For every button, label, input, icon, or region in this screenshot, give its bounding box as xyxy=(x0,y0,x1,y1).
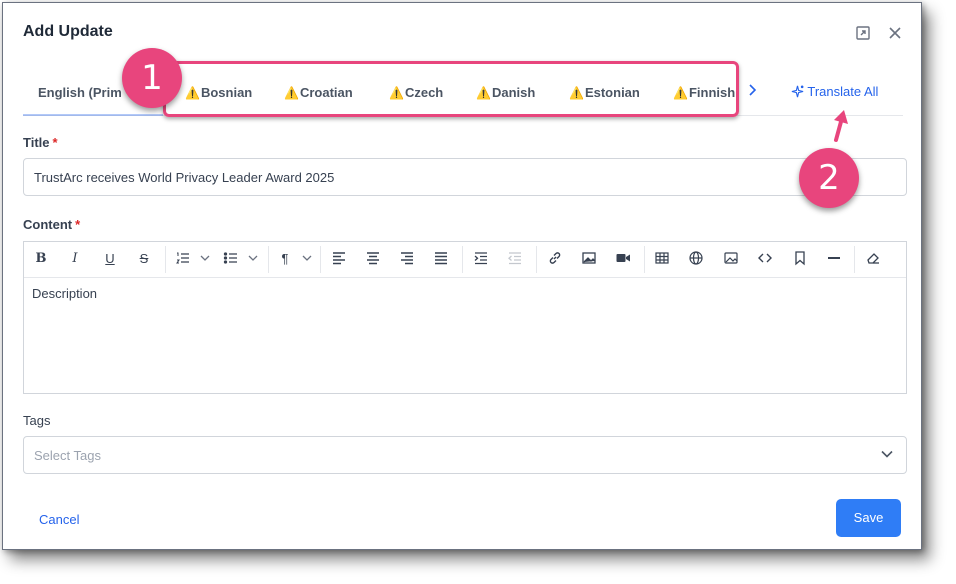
cancel-button[interactable]: Cancel xyxy=(39,512,79,527)
globe-icon[interactable] xyxy=(687,250,705,268)
eraser-icon[interactable] xyxy=(864,250,882,268)
align-center-icon[interactable] xyxy=(364,250,382,268)
toolbar-divider xyxy=(462,246,463,273)
tags-select[interactable]: Select Tags xyxy=(23,436,907,474)
toolbar-divider xyxy=(165,246,166,273)
title-input[interactable]: TrustArc receives World Privacy Leader A… xyxy=(23,158,907,196)
link-icon[interactable] xyxy=(546,250,564,268)
tags-label: Tags xyxy=(23,413,51,428)
editor-content[interactable]: Description xyxy=(32,286,97,301)
tab-english-primary[interactable]: English (Prim xyxy=(38,85,122,100)
sparkle-icon xyxy=(791,84,807,99)
annotation-arrow-icon xyxy=(834,110,848,142)
toolbar-divider xyxy=(644,246,645,273)
table-icon[interactable] xyxy=(653,250,671,268)
chevron-down-icon[interactable] xyxy=(880,447,894,461)
align-left-icon[interactable] xyxy=(330,250,348,268)
translate-all-button[interactable]: Translate All xyxy=(791,84,878,99)
active-tab-indicator xyxy=(23,114,163,116)
toolbar-divider xyxy=(854,246,855,273)
chevron-down-icon[interactable] xyxy=(196,250,214,268)
strikethrough-button[interactable]: S xyxy=(135,250,153,268)
bullet-list-icon[interactable] xyxy=(222,250,240,268)
save-button[interactable]: Save xyxy=(836,499,901,537)
bold-button[interactable]: B xyxy=(32,250,50,268)
modal-title: Add Update xyxy=(23,23,113,40)
code-icon[interactable] xyxy=(756,250,774,268)
content-label: Content * xyxy=(23,217,81,232)
toolbar-divider xyxy=(268,246,269,273)
annotation-badge-2: 2 xyxy=(799,148,859,208)
annotation-highlight-box xyxy=(163,61,739,117)
outdent-icon xyxy=(506,250,524,268)
chevron-right-icon[interactable] xyxy=(747,83,757,101)
tags-placeholder: Select Tags xyxy=(34,448,101,463)
indent-icon[interactable] xyxy=(472,250,490,268)
rich-text-editor[interactable]: B I U S ¶ Description xyxy=(23,241,907,394)
horizontal-rule-icon[interactable] xyxy=(825,250,843,268)
image-icon[interactable] xyxy=(580,250,598,268)
chevron-down-icon[interactable] xyxy=(298,250,316,268)
italic-button[interactable]: I xyxy=(66,250,84,268)
annotation-badge-1: 1 xyxy=(122,48,182,108)
paragraph-icon[interactable]: ¶ xyxy=(276,250,294,268)
video-icon[interactable] xyxy=(614,250,632,268)
title-label: Title * xyxy=(23,135,58,150)
underline-button[interactable]: U xyxy=(101,250,119,268)
align-justify-icon[interactable] xyxy=(432,250,450,268)
chevron-down-icon[interactable] xyxy=(244,250,262,268)
picture-icon[interactable] xyxy=(722,250,740,268)
bookmark-icon[interactable] xyxy=(791,250,809,268)
toolbar-divider xyxy=(320,246,321,273)
align-right-icon[interactable] xyxy=(398,250,416,268)
ordered-list-icon[interactable] xyxy=(174,250,192,268)
toolbar-divider xyxy=(536,246,537,273)
close-icon[interactable] xyxy=(887,25,903,41)
editor-toolbar: B I U S ¶ xyxy=(24,242,906,278)
expand-icon[interactable] xyxy=(855,25,871,41)
